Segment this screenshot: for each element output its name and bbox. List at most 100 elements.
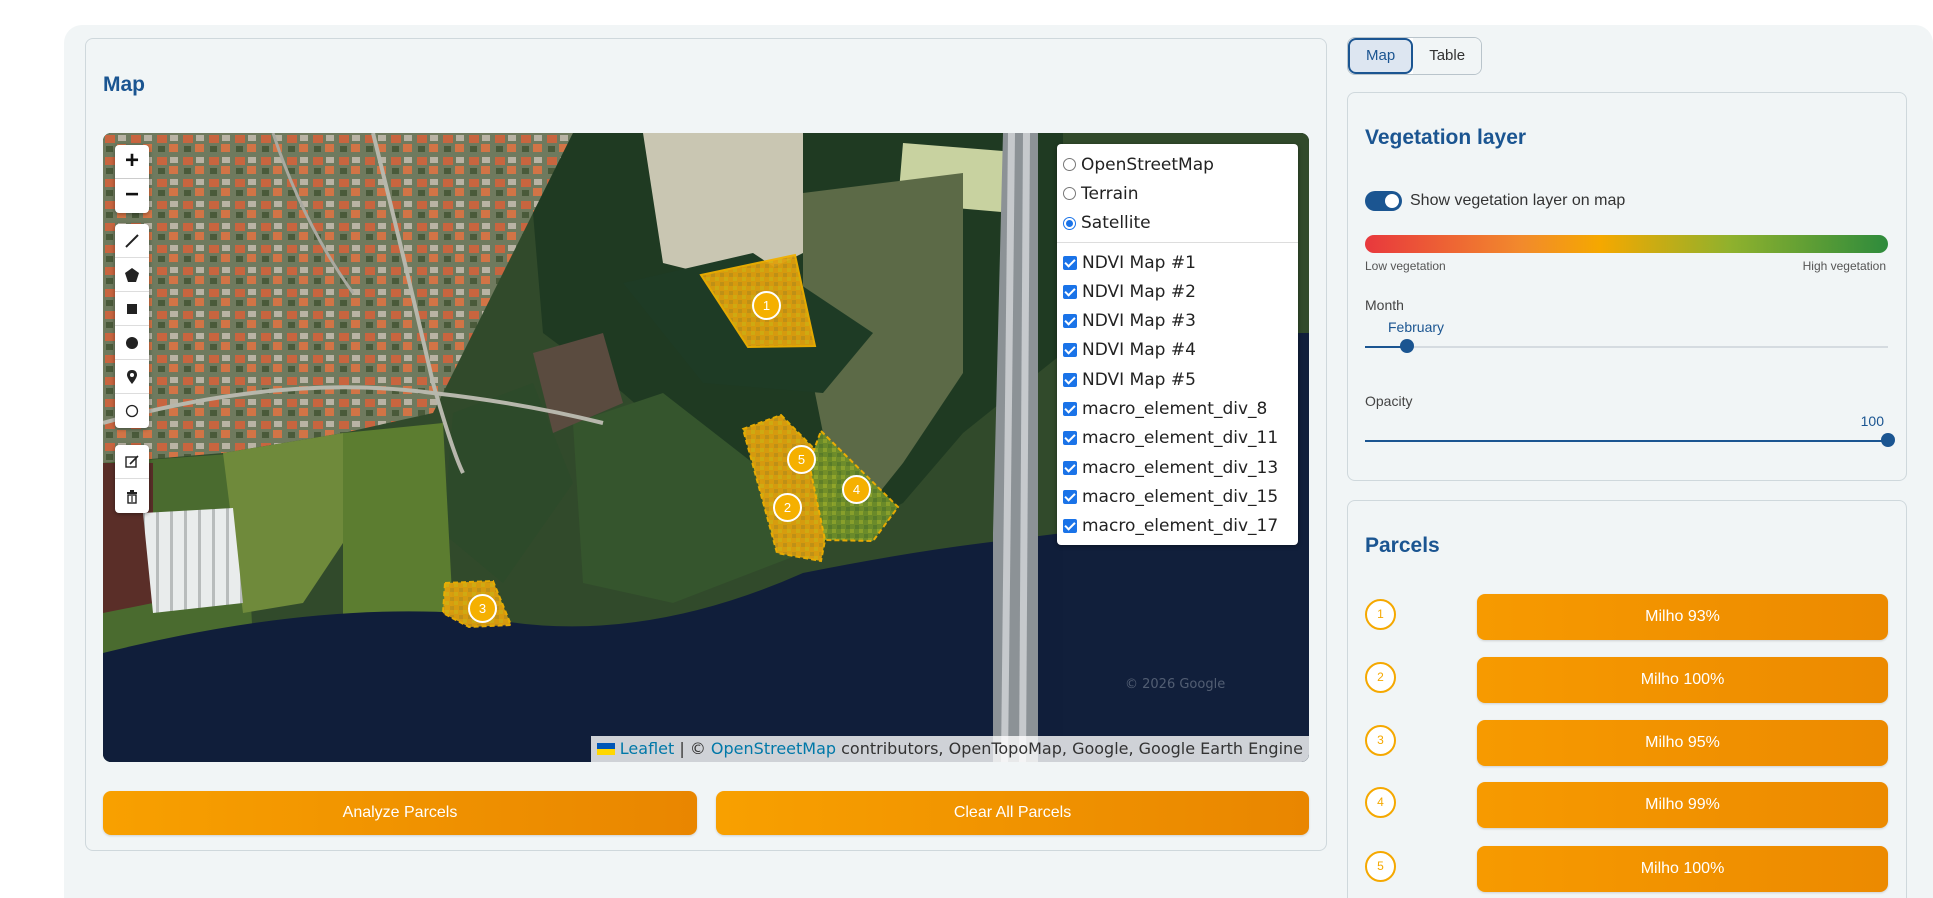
overlay-ndvi-1[interactable]: NDVI Map #1	[1063, 248, 1292, 277]
tab-table[interactable]: Table	[1413, 38, 1482, 74]
draw-toolbar	[115, 224, 149, 428]
parcel-result-button[interactable]: Milho 95%	[1477, 720, 1888, 766]
overlay-ndvi-3[interactable]: NDVI Map #3	[1063, 306, 1292, 335]
parcels-card: Parcels 1 Milho 93% 2 Milho 100% 3 Milho…	[1347, 500, 1907, 898]
radio-icon[interactable]	[1063, 158, 1076, 172]
zoom-out-button[interactable]: −	[115, 179, 149, 213]
checkbox-checked-icon[interactable]	[1063, 255, 1077, 270]
draw-rectangle-button[interactable]	[115, 292, 149, 326]
radio-selected-icon[interactable]	[1063, 216, 1076, 230]
rectangle-icon	[127, 303, 137, 314]
map-title: Map	[103, 73, 145, 96]
overlay-macro-13[interactable]: macro_element_div_13	[1063, 453, 1292, 482]
polyline-icon	[125, 233, 139, 248]
checkbox-checked-icon[interactable]	[1063, 431, 1077, 446]
edit-toolbar	[115, 445, 149, 513]
radio-icon[interactable]	[1063, 187, 1076, 201]
month-slider[interactable]	[1365, 339, 1888, 353]
vegetation-toggle-row: Show vegetation layer on map	[1365, 191, 1625, 211]
circle-marker-icon	[125, 404, 139, 418]
osm-link[interactable]: OpenStreetMap	[711, 736, 836, 762]
base-layer-satellite[interactable]: Satellite	[1063, 209, 1292, 238]
layers-separator	[1057, 241, 1298, 243]
parcel-number-badge: 1	[1365, 599, 1396, 630]
overlay-ndvi-5[interactable]: NDVI Map #5	[1063, 365, 1292, 394]
opacity-label: Opacity	[1365, 393, 1413, 409]
month-value: February	[1388, 319, 1445, 335]
trash-icon	[127, 490, 137, 504]
checkbox-checked-icon[interactable]	[1063, 519, 1077, 534]
overlay-macro-11[interactable]: macro_element_div_11	[1063, 424, 1292, 453]
map-view[interactable]: © 2026 Google 1 2 3 4 5 + − OpenStreetMa…	[103, 133, 1309, 762]
leaflet-link[interactable]: Leaflet	[620, 736, 674, 762]
base-layer-terrain[interactable]: Terrain	[1063, 179, 1292, 208]
draw-polygon-button[interactable]	[115, 258, 149, 292]
parcel-number-badge: 4	[1365, 787, 1396, 818]
checkbox-checked-icon[interactable]	[1063, 284, 1077, 299]
draw-marker-button[interactable]	[115, 360, 149, 394]
parcel-marker-2[interactable]: 2	[773, 493, 802, 522]
vegetation-card: Vegetation layer Show vegetation layer o…	[1347, 92, 1907, 481]
vegetation-gradient-legend	[1365, 235, 1888, 253]
parcel-result-button[interactable]: Milho 93%	[1477, 594, 1888, 640]
layers-control: OpenStreetMap Terrain Satellite NDVI Map…	[1057, 144, 1298, 545]
parcel-number-badge: 5	[1365, 851, 1396, 882]
marker-icon	[127, 369, 137, 384]
parcel-row: 4 Milho 99%	[1365, 782, 1888, 828]
parcels-title: Parcels	[1365, 534, 1440, 557]
month-label: Month	[1365, 297, 1404, 313]
parcel-row: 2 Milho 100%	[1365, 657, 1888, 703]
google-watermark: © 2026 Google	[1125, 677, 1225, 692]
checkbox-checked-icon[interactable]	[1063, 489, 1077, 504]
opacity-value: 100	[1860, 413, 1884, 429]
overlay-macro-15[interactable]: macro_element_div_15	[1063, 482, 1292, 511]
zoom-control: + −	[115, 145, 149, 213]
draw-circle-button[interactable]	[115, 326, 149, 360]
parcel-number-badge: 3	[1365, 725, 1396, 756]
opacity-slider-fill	[1365, 440, 1888, 442]
overlay-ndvi-2[interactable]: NDVI Map #2	[1063, 277, 1292, 306]
month-slider-thumb[interactable]	[1400, 339, 1414, 353]
checkbox-checked-icon[interactable]	[1063, 372, 1077, 387]
parcel-result-button[interactable]: Milho 100%	[1477, 657, 1888, 703]
map-attribution: Leaflet | © OpenStreetMap contributors, …	[590, 736, 1309, 762]
base-layer-openstreetmap[interactable]: OpenStreetMap	[1063, 150, 1292, 179]
zoom-in-button[interactable]: +	[115, 145, 149, 179]
parcel-row: 5 Milho 100%	[1365, 846, 1888, 892]
vegetation-toggle[interactable]	[1365, 191, 1402, 211]
parcel-marker-3[interactable]: 3	[468, 594, 497, 623]
draw-polyline-button[interactable]	[115, 224, 149, 258]
clear-all-parcels-button[interactable]: Clear All Parcels	[716, 791, 1309, 835]
parcel-marker-5[interactable]: 5	[787, 445, 816, 474]
draw-circlemarker-button[interactable]	[115, 394, 149, 428]
parcel-marker-4[interactable]: 4	[842, 475, 871, 504]
parcel-number-badge: 2	[1365, 662, 1396, 693]
polygon-icon	[125, 267, 139, 282]
checkbox-checked-icon[interactable]	[1063, 343, 1077, 358]
parcel-result-button[interactable]: Milho 99%	[1477, 782, 1888, 828]
checkbox-checked-icon[interactable]	[1063, 460, 1077, 475]
high-vegetation-label: High vegetation	[1802, 259, 1886, 273]
overlay-ndvi-4[interactable]: NDVI Map #4	[1063, 336, 1292, 365]
tab-map[interactable]: Map	[1348, 38, 1414, 74]
overlay-macro-8[interactable]: macro_element_div_8	[1063, 394, 1292, 423]
edit-icon	[125, 454, 139, 468]
parcel-result-button[interactable]: Milho 100%	[1477, 846, 1888, 892]
opacity-slider-thumb[interactable]	[1881, 433, 1895, 447]
opacity-slider[interactable]	[1365, 433, 1895, 447]
parcel-row: 1 Milho 93%	[1365, 594, 1888, 640]
map-card: Map © 2026 Google 1 2 3 4 5 + − OpenStre…	[85, 38, 1327, 851]
low-vegetation-label: Low vegetation	[1365, 259, 1446, 273]
ukraine-flag-icon	[596, 743, 615, 755]
parcel-row: 3 Milho 95%	[1365, 720, 1888, 766]
analyze-parcels-button[interactable]: Analyze Parcels	[103, 791, 697, 835]
parcel-marker-1[interactable]: 1	[752, 291, 781, 320]
checkbox-checked-icon[interactable]	[1063, 402, 1077, 417]
vegetation-title: Vegetation layer	[1365, 126, 1527, 149]
view-tabs: Map Table	[1347, 37, 1483, 75]
edit-layers-button[interactable]	[115, 445, 149, 479]
delete-layers-button[interactable]	[115, 479, 149, 513]
vegetation-toggle-label: Show vegetation layer on map	[1410, 192, 1626, 209]
checkbox-checked-icon[interactable]	[1063, 314, 1077, 329]
overlay-macro-17[interactable]: macro_element_div_17	[1063, 512, 1292, 541]
